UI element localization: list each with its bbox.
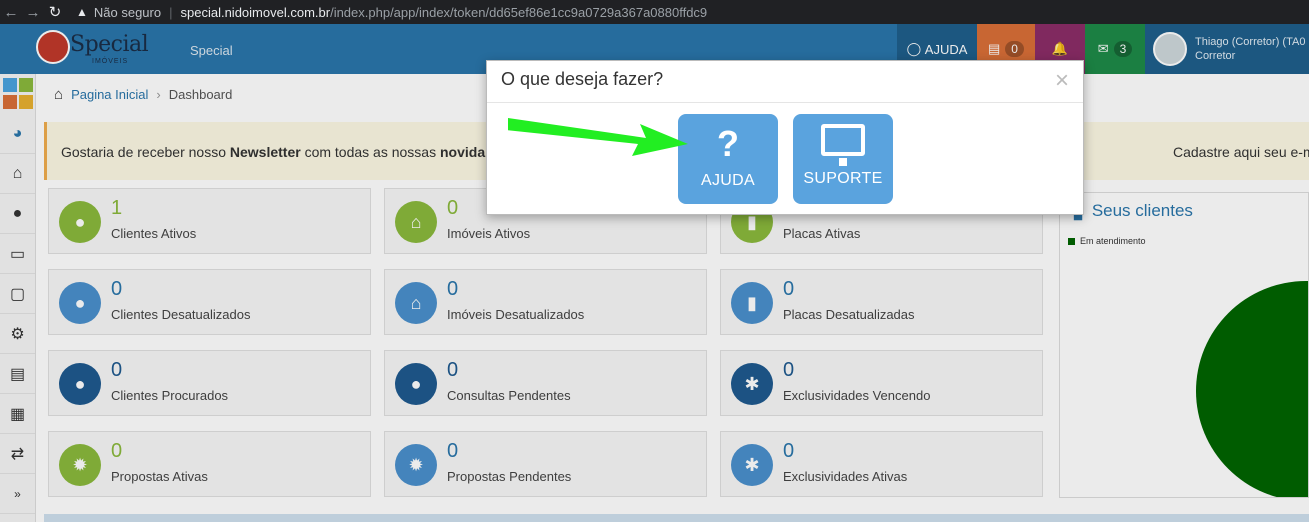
url-host: special.nidoimovel.com.br [180, 4, 331, 20]
monitor-icon [821, 124, 865, 166]
green-arrow-icon [508, 118, 688, 156]
warning-icon[interactable]: ▲ [76, 5, 88, 19]
browser-toolbar: ← → ↻ ▲ Não seguro | special.nidoimovel.… [0, 0, 1309, 24]
url-separator: | [169, 4, 173, 20]
support-option-label: SUPORTE [803, 170, 883, 187]
security-label[interactable]: Não seguro [94, 5, 161, 20]
help-option-label: AJUDA [701, 172, 755, 189]
close-icon[interactable]: × [1055, 67, 1069, 95]
forward-icon[interactable]: → [22, 4, 44, 21]
dialog-header: O que deseja fazer? × [487, 61, 1083, 103]
address-bar[interactable]: special.nidoimovel.com.br/index.php/app/… [181, 5, 708, 20]
dialog-title: O que deseja fazer? [501, 69, 664, 89]
back-icon[interactable]: ← [0, 4, 22, 21]
support-option-button[interactable]: SUPORTE [793, 114, 893, 204]
url-path: /index.php/app/index/token/dd65ef86e1cc9… [330, 4, 708, 20]
reload-icon[interactable]: ↻ [44, 3, 66, 21]
